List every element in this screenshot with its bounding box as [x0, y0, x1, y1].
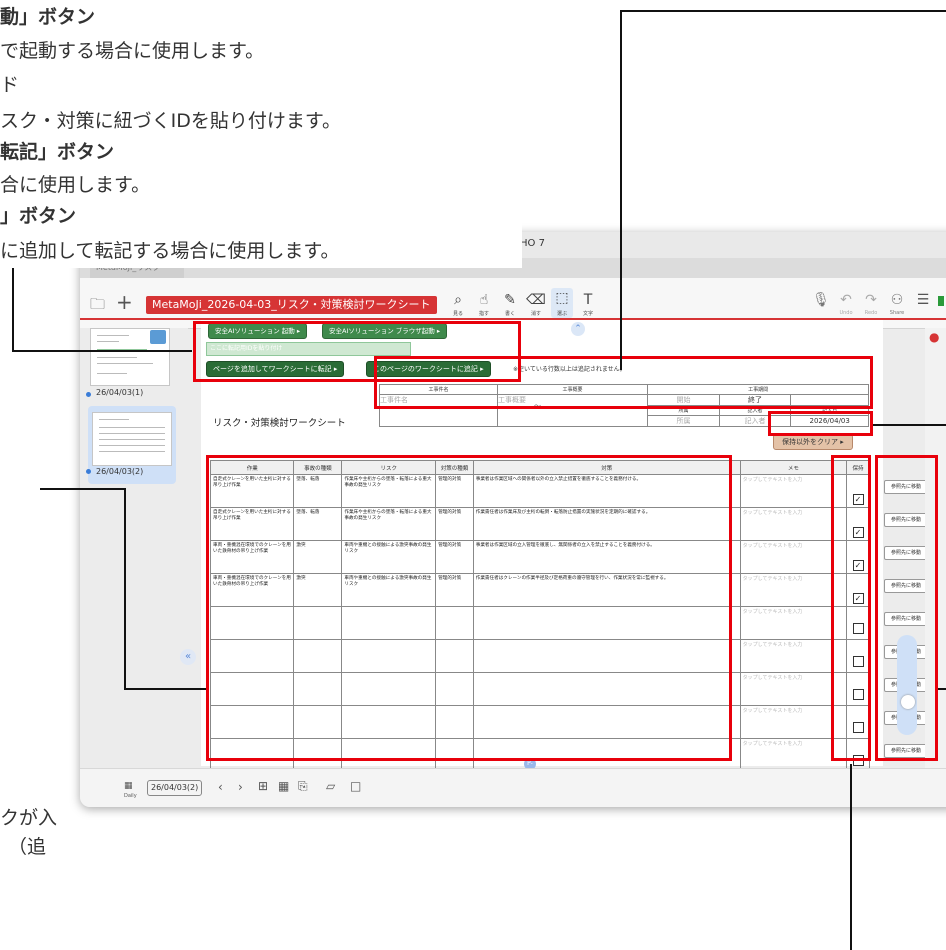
- callout-line: スク・対策に紐づくIDを貼り付けます。: [0, 110, 341, 132]
- add-icon[interactable]: +: [116, 290, 133, 314]
- page-label-1[interactable]: 26/04/03(1): [96, 388, 143, 397]
- page-selector[interactable]: 26/04/03(2): [147, 780, 203, 796]
- redo-icon[interactable]: ↷: [860, 292, 882, 308]
- callout-line: 動」ボタン: [0, 6, 96, 28]
- share-icon[interactable]: ⚇: [886, 292, 908, 308]
- page-thumbnail-2[interactable]: [92, 412, 172, 466]
- arrow-line: [620, 10, 946, 12]
- callout-line: 合に使用します。: [0, 174, 151, 196]
- add-page-icon[interactable]: ⊞: [258, 779, 268, 793]
- page-dot: [86, 392, 91, 397]
- page-label-2[interactable]: 26/04/03(2): [96, 467, 143, 476]
- clear-except-keep-button[interactable]: 保持以外をクリア ▸: [773, 434, 853, 450]
- calendar-icon[interactable]: ▦: [278, 779, 289, 793]
- callout-line: 」ボタン: [0, 205, 77, 227]
- point-label: 指す: [478, 311, 489, 317]
- highlight-keep-column: [831, 455, 871, 761]
- page-search-icon[interactable]: ⎘: [298, 779, 308, 794]
- arrow-line: [12, 268, 14, 352]
- bottom-left-text: （追: [8, 836, 47, 858]
- view-icon[interactable]: ⌕: [447, 292, 469, 308]
- callout-line: で起動する場合に使用します。: [0, 40, 265, 62]
- bottom-left-text: クが入: [0, 807, 58, 829]
- view-label: 見る: [452, 311, 463, 317]
- frame-icon[interactable]: □: [350, 779, 361, 793]
- highlight-move-column: [875, 455, 938, 761]
- select-label: 選ぶ: [556, 311, 567, 317]
- arrow-line: [12, 350, 192, 352]
- highlight-clear-button: [768, 411, 873, 436]
- bottom-bar: ▦ Daily 26/04/03(2) ‹ › ⊞ ▦ ⎘ ▱ □: [80, 768, 946, 807]
- arrow-line: [850, 764, 852, 950]
- affiliation-field[interactable]: 所属: [647, 415, 720, 427]
- redo-label: Redo: [864, 310, 878, 316]
- eraser-label: 消す: [530, 311, 541, 317]
- callout-panel: 動」ボタン で起動する場合に使用します。 ド スク・対策に紐づくIDを貼り付けま…: [0, 0, 522, 268]
- text-icon[interactable]: T: [577, 292, 599, 308]
- arrow-line: [938, 688, 946, 690]
- shape-icon[interactable]: ▱: [326, 779, 335, 793]
- menu-icon[interactable]: ☰: [912, 292, 934, 308]
- page-sidebar: 26/04/03(1) 26/04/03(2) «: [80, 328, 196, 768]
- collapse-sidebar-icon[interactable]: «: [180, 649, 196, 665]
- pen-icon[interactable]: ✎: [499, 292, 521, 308]
- daily-label: Daily: [124, 793, 137, 799]
- callout-line: 転記」ボタン: [0, 141, 115, 163]
- highlight-table-rows: [206, 455, 732, 761]
- folder-icon[interactable]: 🗀: [90, 294, 105, 319]
- undo-label: Undo: [839, 310, 853, 316]
- arrow-line: [620, 10, 622, 370]
- pen-label: 書く: [504, 311, 515, 317]
- arrow-line: [124, 688, 206, 690]
- document-title[interactable]: MetaMoJi_2026-04-03_リスク・対策検討ワークシート: [146, 296, 437, 314]
- next-page-icon[interactable]: ›: [238, 780, 243, 794]
- page-dot: [86, 469, 91, 474]
- scroll-up-icon[interactable]: ⌃: [571, 322, 585, 336]
- daily-icon[interactable]: ▦: [124, 781, 133, 791]
- expand-icon[interactable]: [150, 330, 166, 344]
- worksheet-title: リスク・対策検討ワークシート: [213, 418, 346, 429]
- callout-line: に追加して転記する場合に使用します。: [0, 240, 340, 262]
- share-label: Share: [889, 310, 905, 316]
- eraser-icon[interactable]: ⌫: [525, 292, 547, 308]
- point-icon[interactable]: ☝: [473, 292, 495, 308]
- arrow-line: [873, 424, 946, 426]
- highlight-header: [374, 356, 873, 409]
- status-indicator: [938, 296, 944, 306]
- undo-icon[interactable]: ↶: [835, 292, 857, 308]
- window-title: HO 7: [520, 238, 545, 249]
- prev-page-icon[interactable]: ‹: [218, 780, 223, 794]
- text-label: 文字: [582, 311, 593, 317]
- callout-line: ド: [0, 74, 20, 96]
- arrow-line: [124, 488, 126, 690]
- user-icon[interactable]: ●: [929, 330, 939, 344]
- arrow-line: [40, 488, 126, 490]
- mic-icon[interactable]: 🎙: [810, 292, 832, 308]
